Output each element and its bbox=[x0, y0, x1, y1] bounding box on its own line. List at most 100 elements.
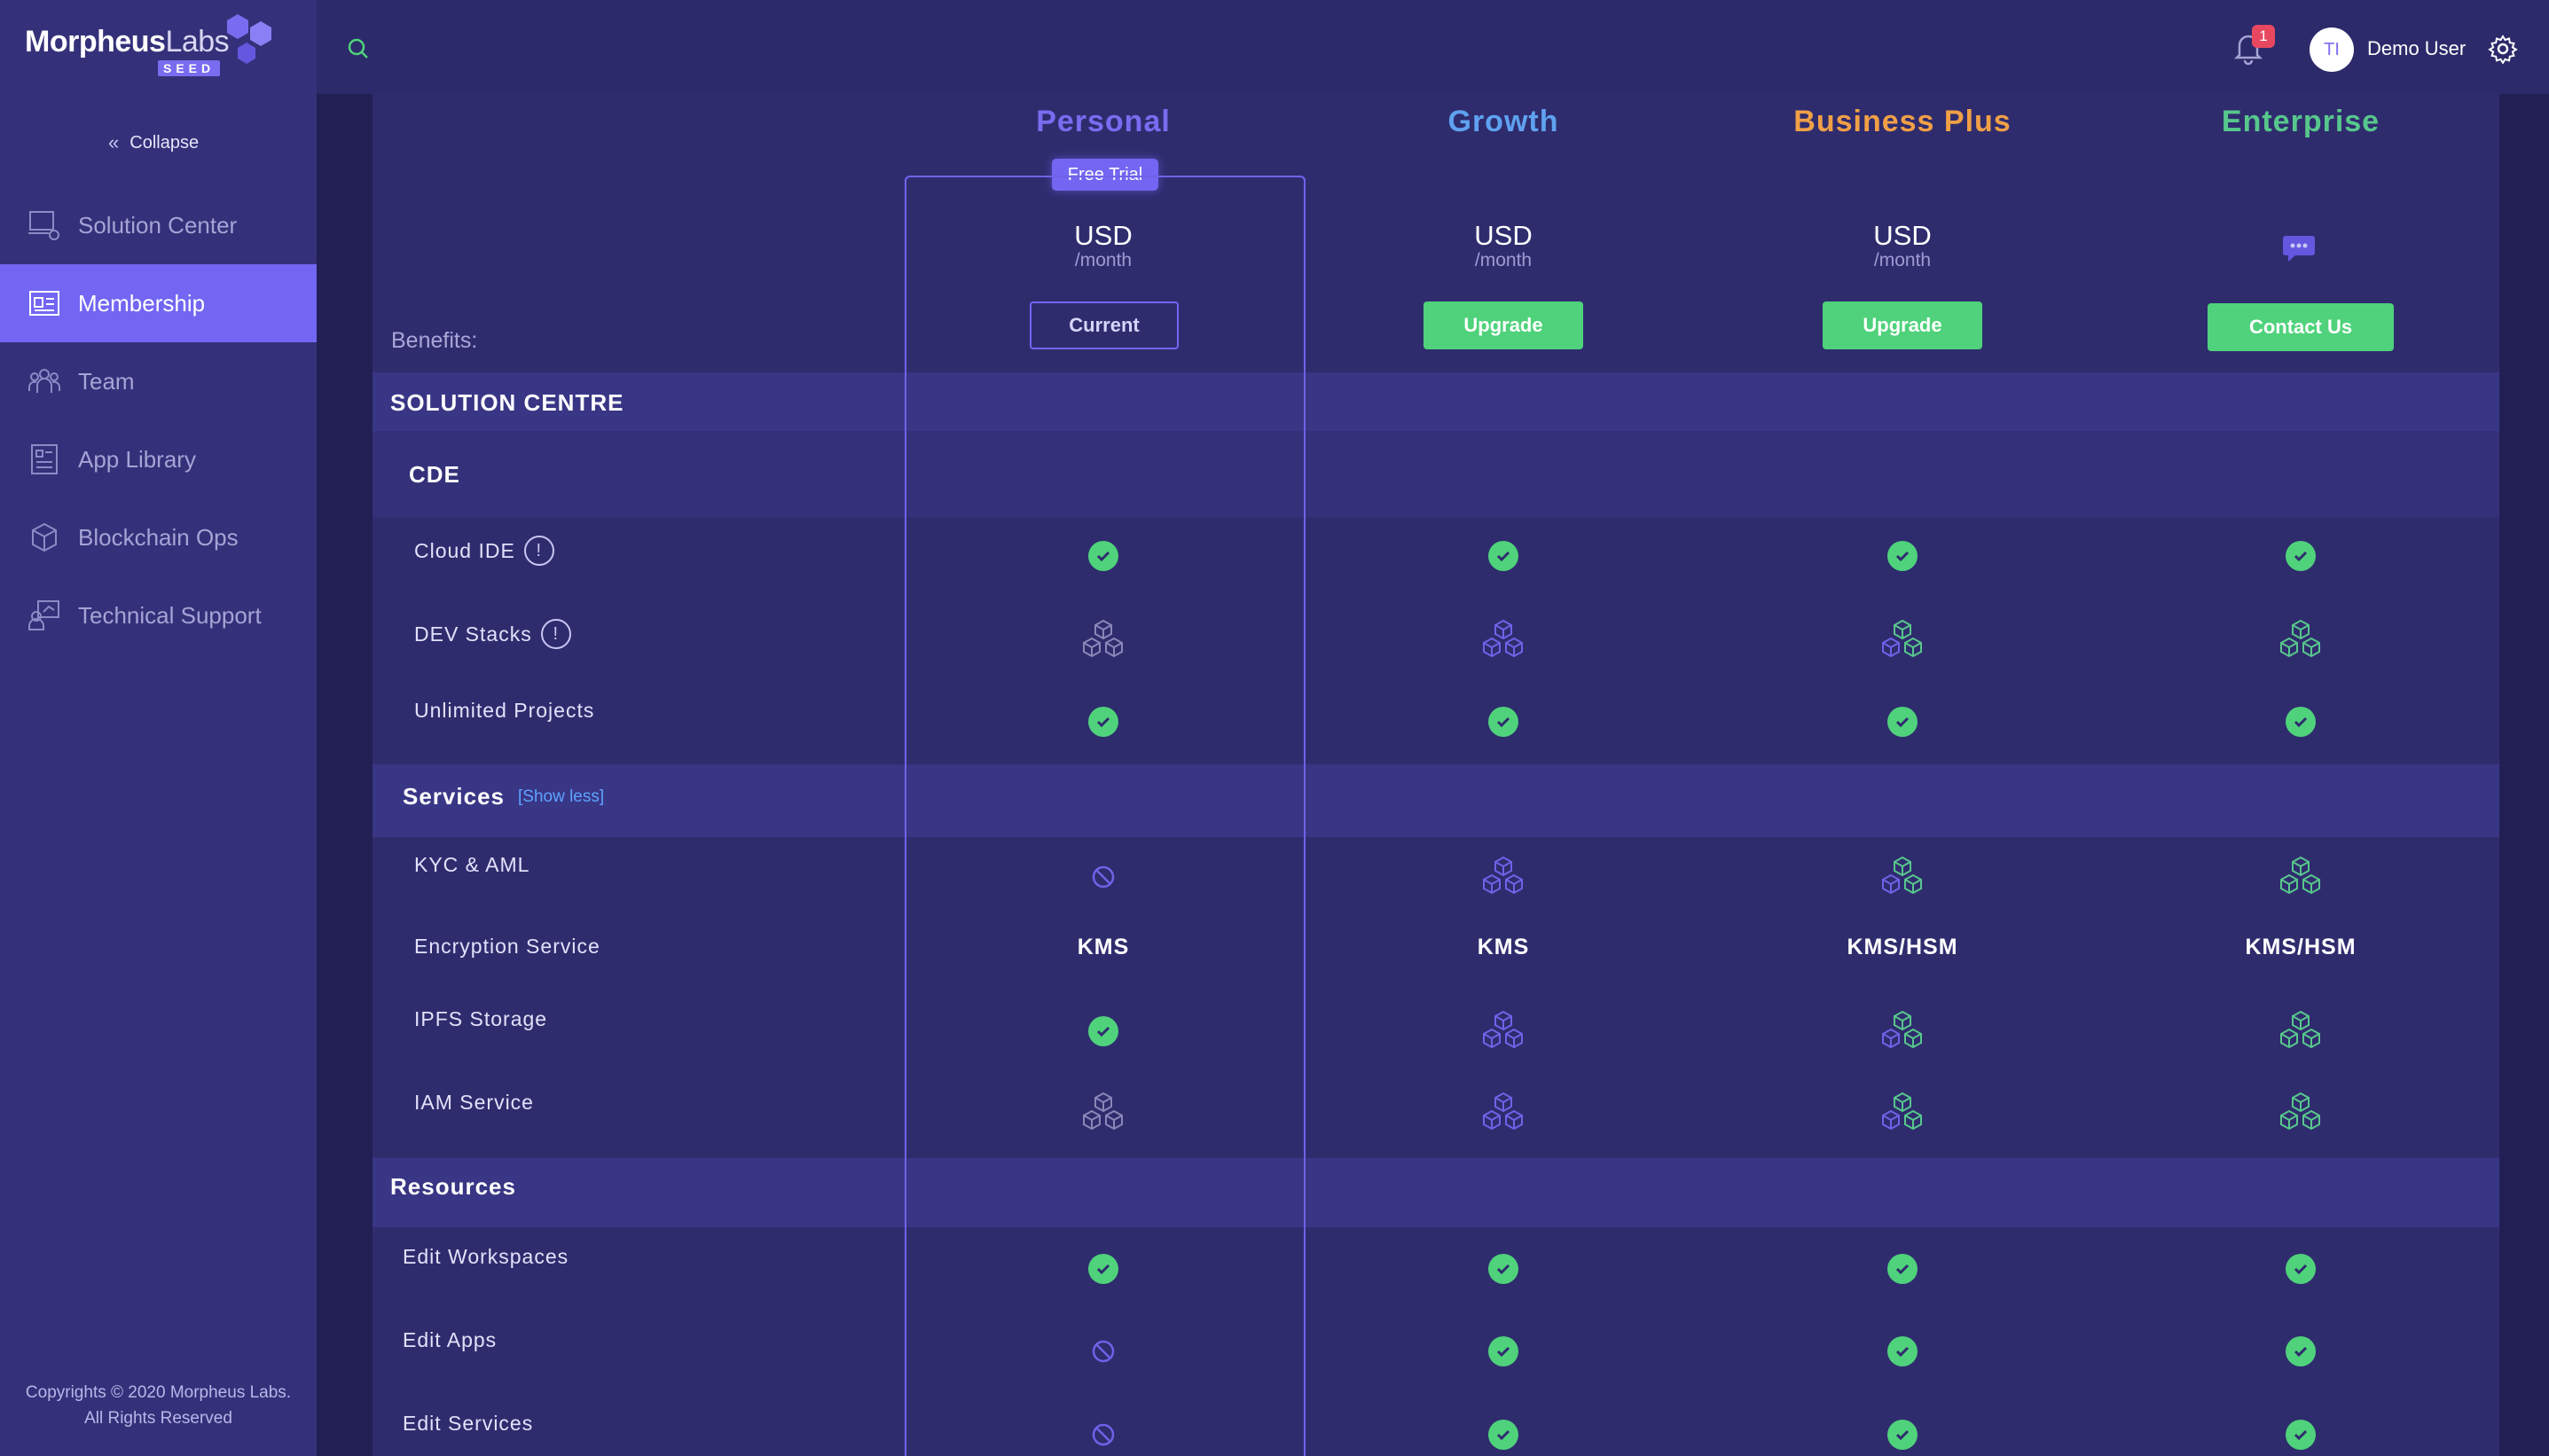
section-title-solution-centre: SOLUTION CENTRE bbox=[390, 389, 624, 416]
solution-center-icon bbox=[27, 207, 62, 243]
not-available-icon bbox=[904, 1415, 1303, 1454]
check-icon bbox=[2101, 1332, 2500, 1371]
check-icon bbox=[1304, 1415, 1703, 1454]
blockchain-ops-icon bbox=[27, 520, 62, 555]
benefits-label: Benefits: bbox=[391, 328, 478, 353]
cubes-icon bbox=[1703, 1010, 2102, 1051]
check-icon bbox=[1703, 702, 2102, 741]
check-icon bbox=[2101, 1415, 2500, 1454]
collapse-label: Collapse bbox=[129, 132, 200, 153]
search-icon[interactable] bbox=[343, 34, 373, 64]
row-label-encryption-service: Encryption Service bbox=[414, 935, 600, 958]
contact-us-button[interactable]: Contact Us bbox=[2208, 303, 2394, 351]
sidebar-item-label: Team bbox=[78, 367, 135, 395]
copyright: Copyrights © 2020 Morpheus Labs. All Rig… bbox=[0, 1380, 317, 1431]
check-icon bbox=[904, 1012, 1303, 1051]
sidebar-item-app-library[interactable]: App Library bbox=[0, 420, 317, 498]
row-label-cloud-ide: Cloud IDE ! bbox=[414, 536, 554, 566]
plan-name-growth: Growth bbox=[1447, 105, 1559, 138]
check-icon bbox=[1304, 1332, 1703, 1371]
cubes-icon bbox=[1304, 856, 1703, 896]
chat-icon bbox=[2283, 232, 2320, 267]
app-library-icon bbox=[27, 442, 62, 477]
cubes-icon bbox=[2101, 1010, 2500, 1051]
copyright-line: Copyrights © 2020 Morpheus Labs. bbox=[25, 1383, 292, 1402]
sidebar-nav: Solution Center Membership Team App Libr… bbox=[0, 186, 317, 654]
cubes-icon bbox=[2101, 619, 2500, 660]
cell-text: KMS bbox=[1077, 934, 1130, 959]
subsection-band-cde bbox=[373, 431, 2499, 518]
sidebar-item-technical-support[interactable]: Technical Support bbox=[0, 576, 317, 654]
row-label-text: DEV Stacks bbox=[414, 622, 532, 646]
section-band-services bbox=[373, 764, 2499, 837]
cubes-icon bbox=[1703, 1092, 2102, 1132]
logo-edition: SEED bbox=[158, 60, 221, 76]
cell-text: KMS bbox=[1477, 934, 1530, 959]
sidebar-item-solution-center[interactable]: Solution Center bbox=[0, 186, 317, 264]
cubes-icon bbox=[904, 1092, 1303, 1132]
check-icon bbox=[904, 702, 1303, 741]
upgrade-business-plus-button[interactable]: Upgrade bbox=[1823, 301, 1982, 349]
row-label-iam-service: IAM Service bbox=[414, 1091, 534, 1114]
technical-support-icon bbox=[27, 598, 62, 633]
row-label-ipfs-storage: IPFS Storage bbox=[414, 1007, 548, 1030]
sidebar-item-membership[interactable]: Membership bbox=[0, 264, 317, 342]
row-label-unlimited-projects: Unlimited Projects bbox=[414, 699, 595, 722]
price-period: /month bbox=[1873, 250, 1932, 270]
cubes-icon bbox=[2101, 1092, 2500, 1132]
info-icon[interactable]: ! bbox=[540, 619, 571, 649]
cubes-icon bbox=[1703, 619, 2102, 660]
row-label-edit-services: Edit Services bbox=[403, 1412, 534, 1435]
gear-icon[interactable] bbox=[2488, 34, 2518, 65]
sidebar-item-label: Solution Center bbox=[78, 211, 238, 239]
sidebar-item-label: Blockchain Ops bbox=[78, 523, 239, 551]
cubes-icon bbox=[904, 619, 1303, 660]
cell-text: KMS/HSM bbox=[1847, 934, 1958, 959]
sidebar-item-blockchain-ops[interactable]: Blockchain Ops bbox=[0, 498, 317, 576]
collapse-button[interactable]: « Collapse bbox=[108, 131, 199, 154]
team-icon bbox=[27, 364, 62, 399]
check-icon bbox=[1304, 702, 1703, 741]
check-icon bbox=[904, 1249, 1303, 1288]
cubes-icon bbox=[1304, 619, 1703, 660]
copyright-line: All Rights Reserved bbox=[84, 1409, 232, 1428]
sidebar-item-team[interactable]: Team bbox=[0, 342, 317, 420]
section-band-resources bbox=[373, 1158, 2499, 1227]
not-available-icon bbox=[904, 857, 1303, 896]
notification-badge: 1 bbox=[2252, 25, 2275, 48]
cell-value: KMS/HSM bbox=[2101, 928, 2500, 967]
check-icon bbox=[2101, 702, 2500, 741]
logo-wordmark: MorpheusLabs bbox=[25, 25, 230, 59]
section-title-resources: Resources bbox=[390, 1173, 516, 1200]
price-currency: USD bbox=[1873, 220, 1932, 251]
avatar[interactable]: TI bbox=[2310, 27, 2354, 72]
cubes-icon bbox=[1703, 856, 2102, 896]
row-label-edit-workspaces: Edit Workspaces bbox=[403, 1245, 569, 1268]
row-label-kyc-aml: KYC & AML bbox=[414, 853, 530, 876]
cell-value: KMS bbox=[1304, 928, 1703, 967]
membership-icon bbox=[27, 286, 62, 321]
upgrade-growth-button[interactable]: Upgrade bbox=[1424, 301, 1583, 349]
notifications-button[interactable]: 1 bbox=[2232, 25, 2275, 66]
morpheus-labs-logo[interactable]: MorpheusLabs SEED bbox=[25, 12, 291, 83]
user-name[interactable]: Demo User bbox=[2367, 37, 2466, 60]
cubes-icon bbox=[1304, 1010, 1703, 1051]
check-icon bbox=[1304, 1249, 1703, 1288]
price-period: /month bbox=[1474, 250, 1533, 270]
check-icon bbox=[2101, 536, 2500, 575]
double-chevron-left-icon: « bbox=[108, 131, 120, 153]
info-icon[interactable]: ! bbox=[523, 536, 554, 566]
sidebar: MorpheusLabs SEED « Collapse Solution Ce… bbox=[0, 0, 317, 1456]
not-available-icon bbox=[904, 1332, 1303, 1371]
price-currency: USD bbox=[1474, 220, 1533, 251]
show-less-link[interactable]: [Show less] bbox=[518, 787, 604, 807]
row-label-edit-apps: Edit Apps bbox=[403, 1328, 498, 1351]
section-title-services: Services bbox=[403, 783, 505, 810]
section-title-cde: CDE bbox=[409, 461, 460, 488]
cell-value: KMS bbox=[904, 928, 1303, 967]
cubes-icon bbox=[1304, 1092, 1703, 1132]
check-icon bbox=[1703, 1332, 2102, 1371]
hexagon-logo-icon bbox=[227, 14, 271, 64]
check-icon bbox=[1703, 536, 2102, 575]
row-label-text: Cloud IDE bbox=[414, 538, 515, 562]
